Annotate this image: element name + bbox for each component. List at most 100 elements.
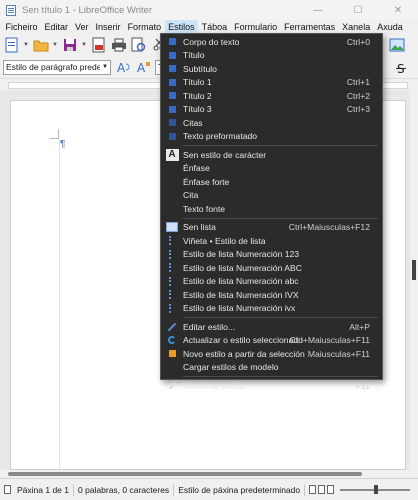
numbered-list-icon xyxy=(161,288,183,301)
menu-item-sen-estilo-de-caracter[interactable]: A Sen estilo de carácter xyxy=(161,148,382,162)
no-list-icon xyxy=(161,221,183,234)
menu-ver[interactable]: Ver xyxy=(72,20,93,34)
menu-separator xyxy=(183,145,378,146)
horizontal-scrollbar[interactable] xyxy=(0,470,410,478)
menu-item-numeracion-abc-lower[interactable]: Estilo de lista Numeración abc xyxy=(161,275,382,289)
numbered-list-icon xyxy=(161,302,183,315)
save-icon[interactable] xyxy=(61,36,79,54)
book-view-icon[interactable] xyxy=(327,485,335,494)
load-styles-icon xyxy=(161,361,183,374)
menu-item-texto-preformatado[interactable]: Texto preformatado xyxy=(161,130,382,144)
zoom-slider-knob[interactable] xyxy=(374,485,378,494)
menu-item-texto-fonte[interactable]: Texto fonte xyxy=(161,202,382,216)
menu-separator xyxy=(183,317,378,318)
menu-separator xyxy=(183,217,378,219)
menu-formulario[interactable]: Formulario xyxy=(231,20,281,34)
open-dropdown-arrow[interactable]: ▼ xyxy=(52,36,58,54)
menu-item-actualizar-estilo[interactable]: Actualizar o estilo seleccionado Ctrl+Ma… xyxy=(161,334,382,348)
svg-text:A: A xyxy=(137,61,146,74)
window-title: Sen título 1 - LibreOffice Writer xyxy=(22,4,153,16)
character-style-icon: A xyxy=(161,148,183,161)
paragraph-mark: ¶ xyxy=(60,139,66,150)
horizontal-scrollbar-thumb[interactable] xyxy=(8,472,362,476)
single-page-view-icon[interactable] xyxy=(309,485,317,494)
status-page-count[interactable]: Páxina 1 de 1 xyxy=(13,483,74,496)
menu-item-vineta-estilo-de-lista[interactable]: Viñeta • Estilo de lista xyxy=(161,234,382,248)
menu-item-numeracion-ivx-lower[interactable]: Estilo de lista Numeración ivx xyxy=(161,302,382,316)
strong-emphasis-icon xyxy=(161,175,183,188)
text-boundary-left xyxy=(59,139,60,469)
vertical-scrollbar[interactable] xyxy=(410,90,418,470)
chevron-down-icon[interactable]: ▼ xyxy=(100,60,110,74)
paragraph-style-icon xyxy=(161,62,183,75)
menu-taboa[interactable]: Táboa xyxy=(198,20,231,34)
update-style-icon[interactable]: A xyxy=(115,58,133,76)
menu-item-enfase[interactable]: Énfase xyxy=(161,162,382,176)
new-dropdown-arrow[interactable]: ▼ xyxy=(23,36,29,54)
preformatted-style-icon xyxy=(161,130,183,143)
numbered-list-icon xyxy=(161,275,183,288)
menu-item-editar-estilo[interactable]: Editar estilo... Alt+P xyxy=(161,320,382,334)
minimize-button[interactable]: — xyxy=(298,0,338,20)
manage-styles-icon xyxy=(161,379,183,392)
menu-separator xyxy=(183,376,378,377)
menu-item-cita[interactable]: Cita xyxy=(161,189,382,203)
heading-style-icon xyxy=(161,89,183,102)
menu-item-corpo-do-texto[interactable]: Corpo do texto Ctrl+0 xyxy=(161,35,382,49)
menu-editar[interactable]: Editar xyxy=(41,20,72,34)
status-bar: Páxina 1 de 1 0 palabras, 0 caracteres E… xyxy=(0,478,418,500)
heading-style-icon xyxy=(161,76,183,89)
menu-item-numeracion-123[interactable]: Estilo de lista Numeración 123 xyxy=(161,248,382,262)
insert-image-icon[interactable] xyxy=(388,36,406,54)
menu-item-enfase-forte[interactable]: Énfase forte xyxy=(161,175,382,189)
menu-estilos[interactable]: Estilos xyxy=(164,20,199,34)
menu-ferramentas[interactable]: Ferramentas xyxy=(281,20,339,34)
menu-item-titulo-2[interactable]: Título 2 Ctrl+2 xyxy=(161,89,382,103)
menu-item-titulo-3[interactable]: Título 3 Ctrl+3 xyxy=(161,103,382,117)
bullet-list-icon xyxy=(161,234,183,247)
maximize-button[interactable]: ☐ xyxy=(338,0,378,20)
menu-bar: Ficheiro Editar Ver Inserir Formato Esti… xyxy=(0,20,418,34)
status-word-count[interactable]: 0 palabras, 0 caracteres xyxy=(74,483,175,496)
export-pdf-icon[interactable] xyxy=(90,36,108,54)
menu-item-numeracion-ivx-upper[interactable]: Estilo de lista Numeración IVX xyxy=(161,288,382,302)
menu-item-titulo-1[interactable]: Título 1 Ctrl+1 xyxy=(161,76,382,90)
paragraph-style-icon xyxy=(161,35,183,48)
print-icon[interactable] xyxy=(110,36,128,54)
numbered-list-icon xyxy=(161,261,183,274)
new-style-icon[interactable]: A xyxy=(135,58,153,76)
menu-item-numeracion-abc-upper[interactable]: Estilo de lista Numeración ABC xyxy=(161,261,382,275)
vertical-scrollbar-thumb[interactable] xyxy=(412,260,416,280)
strikethrough-icon[interactable]: S xyxy=(392,59,410,77)
paragraph-style-icon xyxy=(161,49,183,62)
status-page-style[interactable]: Estilo de páxina predeterminado xyxy=(174,483,306,496)
menu-item-subtitulo[interactable]: Subtítulo xyxy=(161,62,382,76)
emphasis-icon xyxy=(161,162,183,175)
open-folder-icon[interactable] xyxy=(32,36,50,54)
quotations-style-icon xyxy=(161,116,183,129)
menu-item-novo-estilo[interactable]: Novo estilo a partir da selección Maiusc… xyxy=(161,347,382,361)
paragraph-style-combo[interactable]: Estilo de parágrafo predeter ▼ xyxy=(3,59,111,75)
menu-item-xestionar-estilos[interactable]: Xestionar estilos F11 xyxy=(161,379,382,393)
menu-item-titulo[interactable]: Título xyxy=(161,49,382,63)
menu-formato[interactable]: Formato xyxy=(124,20,165,34)
status-page-icons xyxy=(0,485,13,494)
menu-item-citas[interactable]: Citas xyxy=(161,116,382,130)
menu-inserir[interactable]: Inserir xyxy=(92,20,124,34)
writer-app-icon xyxy=(6,4,16,16)
svg-text:A: A xyxy=(117,61,126,74)
edit-style-icon xyxy=(161,320,183,333)
save-dropdown-arrow[interactable]: ▼ xyxy=(81,36,87,54)
multi-page-view-icon[interactable] xyxy=(318,485,326,494)
menu-axuda[interactable]: Axuda xyxy=(374,20,407,34)
text-boundary-corner xyxy=(49,129,59,139)
title-bar: Sen título 1 - LibreOffice Writer — ☐ ✕ xyxy=(0,0,418,20)
close-button[interactable]: ✕ xyxy=(378,0,418,20)
menu-item-cargar-estilos[interactable]: Cargar estilos de modelo xyxy=(161,361,382,375)
print-preview-icon[interactable] xyxy=(130,36,148,54)
menu-ficheiro[interactable]: Ficheiro xyxy=(2,20,41,34)
new-document-icon[interactable] xyxy=(3,36,21,54)
menu-xanela[interactable]: Xanela xyxy=(339,20,374,34)
menu-item-sen-lista[interactable]: Sen lista Ctrl+Maiusculas+F12 xyxy=(161,221,382,235)
page-icon xyxy=(4,485,11,494)
